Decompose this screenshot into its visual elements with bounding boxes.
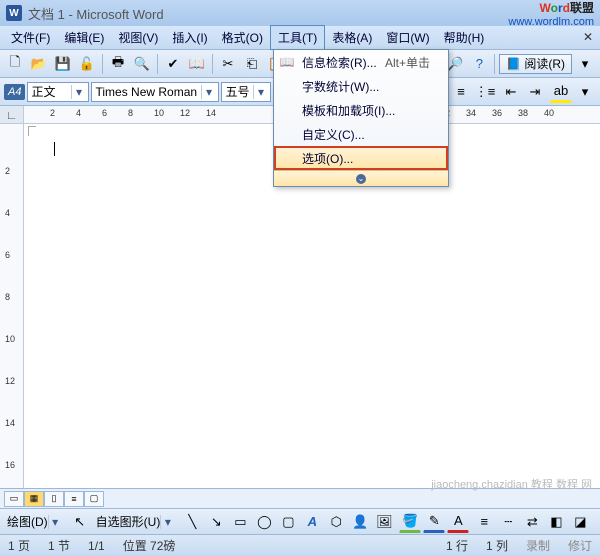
font-combo[interactable]: Times New Roman▾ (91, 82, 219, 102)
margin-mark-icon (28, 126, 36, 136)
menu-help[interactable]: 帮助(H) (437, 26, 492, 49)
status-rec: 录制 (526, 537, 550, 554)
logo-overlay: Word联盟 www.wordlm.com (508, 0, 594, 28)
status-section: 1 节 (48, 537, 70, 554)
help-icon[interactable]: ? (468, 53, 490, 75)
chevron-down-icon: ▾ (71, 85, 85, 99)
save-icon[interactable]: 💾 (52, 53, 74, 75)
bullet-list-icon[interactable]: ⋮≡ (474, 81, 496, 103)
doc-close-icon[interactable]: ✕ (580, 30, 596, 46)
book-icon: 📖 (278, 53, 296, 71)
menu-tools[interactable]: 工具(T) (270, 25, 325, 50)
preview-icon[interactable]: 🔍 (131, 53, 153, 75)
status-pages: 1/1 (88, 539, 105, 553)
permission-icon[interactable]: 🔓 (76, 53, 98, 75)
menu-research[interactable]: 📖 信息检索(R)... Alt+单击 (274, 50, 448, 74)
number-list-icon[interactable]: ≡ (450, 81, 472, 103)
status-rev: 修订 (568, 537, 592, 554)
view-normal-icon[interactable]: ▭ (4, 491, 24, 507)
menu-word-count[interactable]: 字数统计(W)... (274, 74, 448, 98)
book-icon: 📘 (506, 57, 521, 71)
menu-format[interactable]: 格式(O) (215, 26, 270, 49)
tools-dropdown: 📖 信息检索(R)... Alt+单击 字数统计(W)... 模板和加载项(I)… (273, 49, 449, 187)
highlight-icon[interactable]: ab (550, 81, 572, 103)
title-bar: W 文档 1 - Microsoft Word Word联盟 www.wordl… (0, 0, 600, 26)
menu-insert[interactable]: 插入(I) (165, 26, 214, 49)
copy-icon[interactable]: ⎗ (241, 53, 263, 75)
view-outline-icon[interactable]: ≡ (64, 491, 84, 507)
chevron-down-icon: ▾ (201, 85, 215, 99)
autoshapes-menu[interactable]: 自选图形(U)▾ (93, 512, 178, 532)
menu-table[interactable]: 表格(A) (325, 26, 379, 49)
outdent-icon[interactable]: ⇤ (500, 81, 522, 103)
chevron-down-icon: ▾ (253, 85, 267, 99)
print-icon[interactable]: 🖶 (107, 53, 129, 75)
chevron-down-icon: ▾ (160, 515, 174, 529)
menu-edit[interactable]: 编辑(E) (57, 26, 111, 49)
toolbar-options-icon[interactable]: ▾ (574, 53, 596, 75)
view-web-icon[interactable]: ▦ (24, 491, 44, 507)
window-title: 文档 1 - Microsoft Word (28, 4, 164, 23)
reading-mode-button[interactable]: 📘 阅读(R) (499, 54, 572, 74)
menu-customize[interactable]: 自定义(C)... (274, 122, 448, 146)
chevron-down-icon: ▾ (48, 515, 62, 529)
draw-menu[interactable]: 绘图(D)▾ (4, 512, 65, 532)
menu-expand[interactable]: ⌄ (274, 170, 448, 186)
menu-window[interactable]: 窗口(W) (379, 26, 436, 49)
cut-icon[interactable]: ✂ (217, 53, 239, 75)
research-icon[interactable]: 📖 (186, 53, 208, 75)
open-icon[interactable]: 📂 (28, 53, 50, 75)
menu-templates[interactable]: 模板和加载项(I)... (274, 98, 448, 122)
view-print-icon[interactable]: ▯ (44, 491, 64, 507)
menu-view[interactable]: 视图(V) (111, 26, 165, 49)
style-combo[interactable]: 正文▾ (27, 82, 89, 102)
status-bar: 1 页 1 节 1/1 位置 72磅 1 行 1 列 录制 修订 (0, 534, 600, 556)
ruler-vertical[interactable]: 246810121416 (0, 124, 24, 488)
size-combo[interactable]: 五号▾ (221, 82, 271, 102)
indent-icon[interactable]: ⇥ (524, 81, 546, 103)
spell-icon[interactable]: ✔ (162, 53, 184, 75)
status-line: 1 行 (446, 537, 468, 554)
toolbar-options-icon[interactable]: ▾ (574, 81, 596, 103)
menu-file[interactable]: 文件(F) (4, 26, 57, 49)
menu-options[interactable]: 选项(O)... (274, 146, 448, 170)
status-col: 1 列 (486, 537, 508, 554)
tab-selector-icon[interactable]: ∟ (0, 106, 24, 123)
view-reading-icon[interactable]: ▢ (84, 491, 104, 507)
word-app-icon: W (6, 5, 22, 21)
status-position: 位置 72磅 (123, 537, 176, 554)
view-buttons-bar: ▭ ▦ ▯ ≡ ▢ (0, 488, 600, 508)
new-doc-icon[interactable]: 🗋 (4, 53, 26, 75)
text-cursor (54, 142, 55, 156)
menu-bar: 文件(F) 编辑(E) 视图(V) 插入(I) 格式(O) 工具(T) 表格(A… (0, 26, 600, 50)
status-page: 1 页 (8, 537, 30, 554)
drawing-toolbar: 绘图(D)▾ ↖ 自选图形(U)▾ ╲ ↘ ▭ ◯ ▢ A ⬡ 👤 🖼 🪣 ✎ … (0, 508, 600, 534)
style-pane-icon[interactable]: A4 (4, 84, 25, 100)
chevron-down-icon: ⌄ (356, 174, 366, 184)
